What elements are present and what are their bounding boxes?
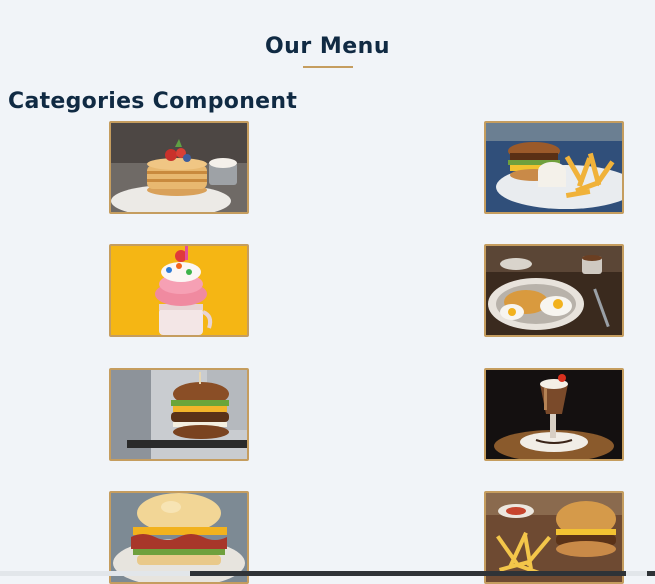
menu-item-image-burger-fries[interactable] — [484, 121, 624, 214]
scrollbar-corner — [647, 571, 655, 576]
component-title: Categories Component — [8, 89, 298, 114]
pancakes-photo — [111, 123, 247, 212]
stacked-burger-photo — [111, 370, 247, 459]
bacon-biscuit-sandwich-photo — [111, 493, 247, 582]
menu-item-image-pancakes[interactable] — [109, 121, 249, 214]
menu-item-image-milkshake[interactable] — [109, 244, 249, 337]
burger-and-fries-photo — [486, 493, 622, 582]
page-title: Our Menu — [264, 34, 390, 59]
burger-with-fries-photo — [486, 123, 622, 212]
title-underline — [302, 66, 353, 68]
section-title: Our Menu — [0, 30, 655, 68]
eggs-and-pasta-photo — [486, 246, 622, 335]
menu-item-image-stacked-burger[interactable] — [109, 368, 249, 461]
chocolate-shake-photo — [486, 370, 622, 459]
horizontal-scrollbar-thumb[interactable] — [190, 571, 626, 576]
menu-item-image-eggs-pasta[interactable] — [484, 244, 624, 337]
milkshake-photo — [111, 246, 247, 335]
menu-item-image-chocolate-shake[interactable] — [484, 368, 624, 461]
